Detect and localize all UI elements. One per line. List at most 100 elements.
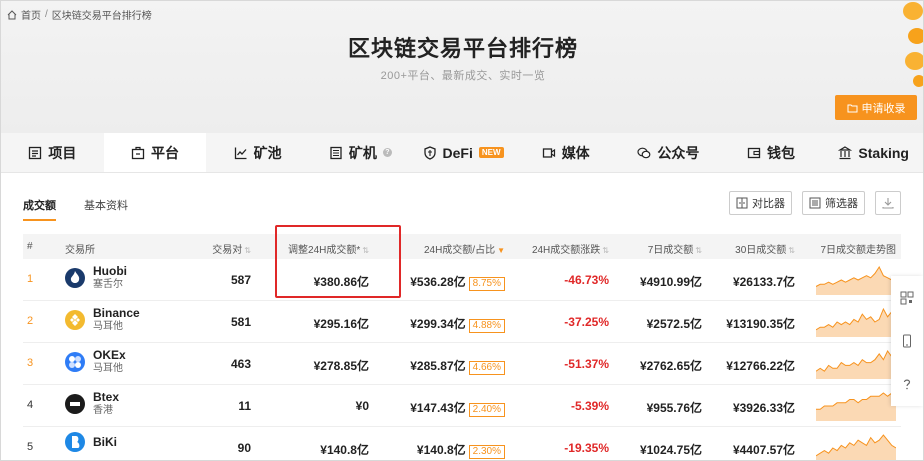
exchange-name[interactable]: BiKi <box>93 435 117 449</box>
table-row[interactable]: 3 OKEx 马耳他 463 ¥278.85亿 ¥285.87亿 4.66% -5… <box>23 343 901 385</box>
breadcrumb-separator: / <box>45 9 48 20</box>
page-frame: 首页 / 区块链交易平台排行榜 区块链交易平台排行榜 200+平台、最新成交、实… <box>0 0 924 461</box>
col-rank: # <box>27 241 33 252</box>
row-exchange[interactable]: Binance 马耳他 <box>65 306 140 334</box>
qr-code-icon[interactable] <box>900 291 914 305</box>
tab-label: 公众号 <box>657 144 700 161</box>
list-icon <box>29 146 42 159</box>
compare-icon <box>736 197 748 209</box>
exchange-name[interactable]: Binance <box>93 306 140 320</box>
trend-sparkline <box>816 392 896 421</box>
sort-icon: ⇅ <box>695 246 702 255</box>
sparkline-area <box>816 351 896 379</box>
exchange-name[interactable]: Huobi <box>93 264 127 278</box>
apply-listing-button[interactable]: 申请收录 <box>835 95 917 120</box>
col-change-label: 24H成交额涨跌 <box>531 245 601 256</box>
row-volume-share: ¥299.34亿 4.88% <box>410 315 505 333</box>
row-pairs: 581 <box>230 315 251 329</box>
row-rank: 4 <box>27 399 34 411</box>
col-7d-trend: 7日成交额走势图 <box>820 245 896 256</box>
row-30d-volume: ¥13190.35亿 <box>726 317 795 331</box>
row-volume: ¥147.43亿 <box>410 401 466 415</box>
row-rank: 3 <box>27 357 34 369</box>
col-volume-share-label: 24H成交额/占比 <box>423 245 496 256</box>
row-volume: ¥299.34亿 <box>410 317 466 331</box>
help-question-icon[interactable] <box>900 377 914 391</box>
tab-staking[interactable]: Staking <box>822 133 923 172</box>
btex-icon <box>70 402 80 406</box>
tab-platform[interactable]: 平台 <box>103 133 207 172</box>
tab-defi[interactable]: DeFi NEW <box>412 133 515 172</box>
row-adjusted-volume: ¥140.8亿 <box>320 443 369 457</box>
row-change: -51.37% <box>564 357 609 371</box>
mobile-icon[interactable] <box>900 334 914 348</box>
shield-icon <box>423 145 436 160</box>
trend-sparkline <box>816 434 896 460</box>
exchange-location: 马耳他 <box>93 363 123 374</box>
tab-official-account[interactable]: 公众号 <box>617 133 720 172</box>
row-volume: ¥285.87亿 <box>410 359 466 373</box>
page-title: 区块链交易平台排行榜 <box>347 36 578 61</box>
compare-label: 对比器 <box>752 198 785 210</box>
folder-icon <box>847 104 857 112</box>
sparkline-area <box>816 393 896 421</box>
col-7d-volume-label: 7日成交额 <box>647 245 694 256</box>
row-pairs: 587 <box>230 273 251 287</box>
tab-label: 钱包 <box>767 144 796 161</box>
row-exchange[interactable]: Huobi 塞舌尔 <box>65 264 127 292</box>
row-adjusted-volume: ¥278.85亿 <box>313 359 369 373</box>
tab-wallet[interactable]: 钱包 <box>720 133 823 172</box>
tab-media[interactable]: 媒体 <box>514 133 617 172</box>
tab-label: 矿机 <box>348 144 377 161</box>
staking-icon <box>838 145 853 159</box>
col-change[interactable]: 24H成交额涨跌 ⇅ <box>532 241 609 256</box>
subtab-volume[interactable]: 成交额 <box>23 197 56 221</box>
exchange-name[interactable]: OKEx <box>93 348 126 362</box>
table-row[interactable]: 1 Huobi 塞舌尔 587 ¥380.86亿 ¥536.28亿 8.75% -… <box>23 259 901 301</box>
row-7d-volume: ¥2572.5亿 <box>646 317 702 331</box>
tab-label: Staking <box>858 144 909 161</box>
row-exchange[interactable]: OKEx 马耳他 <box>65 348 126 376</box>
binance-icon <box>70 314 80 326</box>
col-30d-volume[interactable]: 30日成交额 ⇅ <box>735 241 795 256</box>
filter-button[interactable]: 筛选器 <box>802 191 865 215</box>
col-volume-share[interactable]: 24H成交额/占比 ▼ <box>424 241 505 256</box>
tab-mining-pool[interactable]: 矿池 <box>206 133 309 172</box>
table-row[interactable]: 4 Btex 香港 11 ¥0 ¥147.43亿 2.40% -5.39% ¥95… <box>23 385 901 427</box>
tab-project[interactable]: 项目 <box>1 133 104 172</box>
exchange-logo <box>65 394 85 414</box>
sparkline-area <box>816 267 896 295</box>
table-row[interactable]: 2 Binance 马耳他 581 ¥295.16亿 ¥299.34亿 4.88%… <box>23 301 901 343</box>
row-7d-volume: ¥1024.75亿 <box>639 443 702 457</box>
table-row[interactable]: 5 BiKi 90 ¥140.8亿 ¥140.8亿 2.30% -19.35% ¥… <box>23 427 901 460</box>
exchange-logo <box>65 432 85 452</box>
table-body: 1 Huobi 塞舌尔 587 ¥380.86亿 ¥536.28亿 8.75% -… <box>23 259 901 460</box>
row-exchange[interactable]: BiKi <box>65 432 117 452</box>
breadcrumb-home[interactable]: 首页 <box>21 7 41 22</box>
tab-label: 媒体 <box>561 144 590 161</box>
row-volume-share: ¥536.28亿 8.75% <box>410 273 505 291</box>
subtab-basic-info[interactable]: 基本资料 <box>84 197 128 221</box>
tab-miner[interactable]: 矿机 ? <box>309 133 412 172</box>
wallet-icon <box>747 147 761 158</box>
row-rank: 5 <box>27 441 34 453</box>
row-volume-share: ¥147.43亿 2.40% <box>410 399 505 417</box>
row-exchange[interactable]: Btex 香港 <box>65 390 119 418</box>
okex-icon <box>69 356 81 368</box>
download-button[interactable] <box>875 191 901 215</box>
row-volume-share: ¥140.8亿 2.30% <box>417 441 505 459</box>
server-icon <box>330 146 342 159</box>
header-banner: 首页 / 区块链交易平台排行榜 区块链交易平台排行榜 200+平台、最新成交、实… <box>1 1 923 133</box>
row-adjusted-volume: ¥0 <box>355 399 369 413</box>
exchange-info: Huobi 塞舌尔 <box>93 264 127 292</box>
home-icon[interactable] <box>7 9 17 20</box>
share-badge: 2.40% <box>468 403 505 417</box>
help-icon[interactable]: ? <box>382 148 392 157</box>
row-adjusted-volume: ¥295.16亿 <box>313 317 369 331</box>
col-pairs[interactable]: 交易对 ⇅ <box>212 241 251 256</box>
row-rank: 2 <box>27 315 34 327</box>
col-7d-volume[interactable]: 7日成交额 ⇅ <box>648 241 702 256</box>
compare-button[interactable]: 对比器 <box>729 191 792 215</box>
exchange-name[interactable]: Btex <box>93 390 119 404</box>
row-30d-volume: ¥3926.33亿 <box>732 401 795 415</box>
